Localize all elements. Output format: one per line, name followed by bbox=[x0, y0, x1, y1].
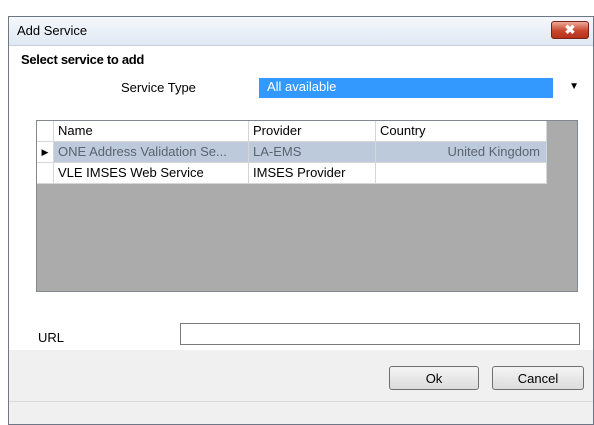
close-icon: ✖ bbox=[564, 22, 576, 37]
chevron-down-icon[interactable]: ▼ bbox=[569, 81, 579, 92]
cell-country[interactable]: United Kingdom bbox=[376, 142, 547, 163]
title-bar[interactable]: Add Service ✖ bbox=[9, 17, 593, 46]
close-button[interactable]: ✖ bbox=[551, 21, 589, 39]
add-service-dialog: Add Service ✖ Select service to add Serv… bbox=[8, 16, 594, 425]
cell-provider[interactable]: IMSES Provider bbox=[249, 163, 376, 184]
cell-country[interactable] bbox=[376, 163, 547, 184]
cell-name[interactable]: VLE IMSES Web Service bbox=[54, 163, 249, 184]
dialog-content: Select service to add Service Type All a… bbox=[9, 46, 593, 350]
service-type-label: Service Type bbox=[121, 80, 196, 95]
url-input[interactable] bbox=[180, 323, 580, 345]
services-grid[interactable]: Name Provider Country ▶ ONE Address Vali… bbox=[36, 120, 578, 292]
table-row[interactable]: VLE IMSES Web Service IMSES Provider bbox=[37, 163, 547, 184]
cancel-button[interactable]: Cancel bbox=[492, 366, 584, 390]
service-type-selected-value: All available bbox=[259, 78, 553, 98]
column-header-provider[interactable]: Provider bbox=[249, 121, 376, 142]
dialog-footer-area bbox=[9, 401, 593, 424]
ok-button[interactable]: Ok bbox=[389, 366, 479, 390]
cell-name[interactable]: ONE Address Validation Se... bbox=[54, 142, 249, 163]
column-header-country[interactable]: Country bbox=[376, 121, 547, 142]
section-title: Select service to add bbox=[21, 52, 145, 67]
grid-header-row: Name Provider Country bbox=[37, 121, 547, 142]
service-type-dropdown[interactable]: All available ▼ bbox=[259, 78, 581, 100]
url-label: URL bbox=[38, 330, 65, 345]
window-title: Add Service bbox=[17, 23, 88, 38]
table-row[interactable]: ▶ ONE Address Validation Se... LA-EMS Un… bbox=[37, 142, 547, 163]
row-header-cell[interactable] bbox=[37, 163, 54, 184]
column-header-name[interactable]: Name bbox=[54, 121, 249, 142]
cell-provider[interactable]: LA-EMS bbox=[249, 142, 376, 163]
current-row-indicator-icon[interactable]: ▶ bbox=[37, 142, 54, 163]
grid-corner-cell bbox=[37, 121, 54, 142]
